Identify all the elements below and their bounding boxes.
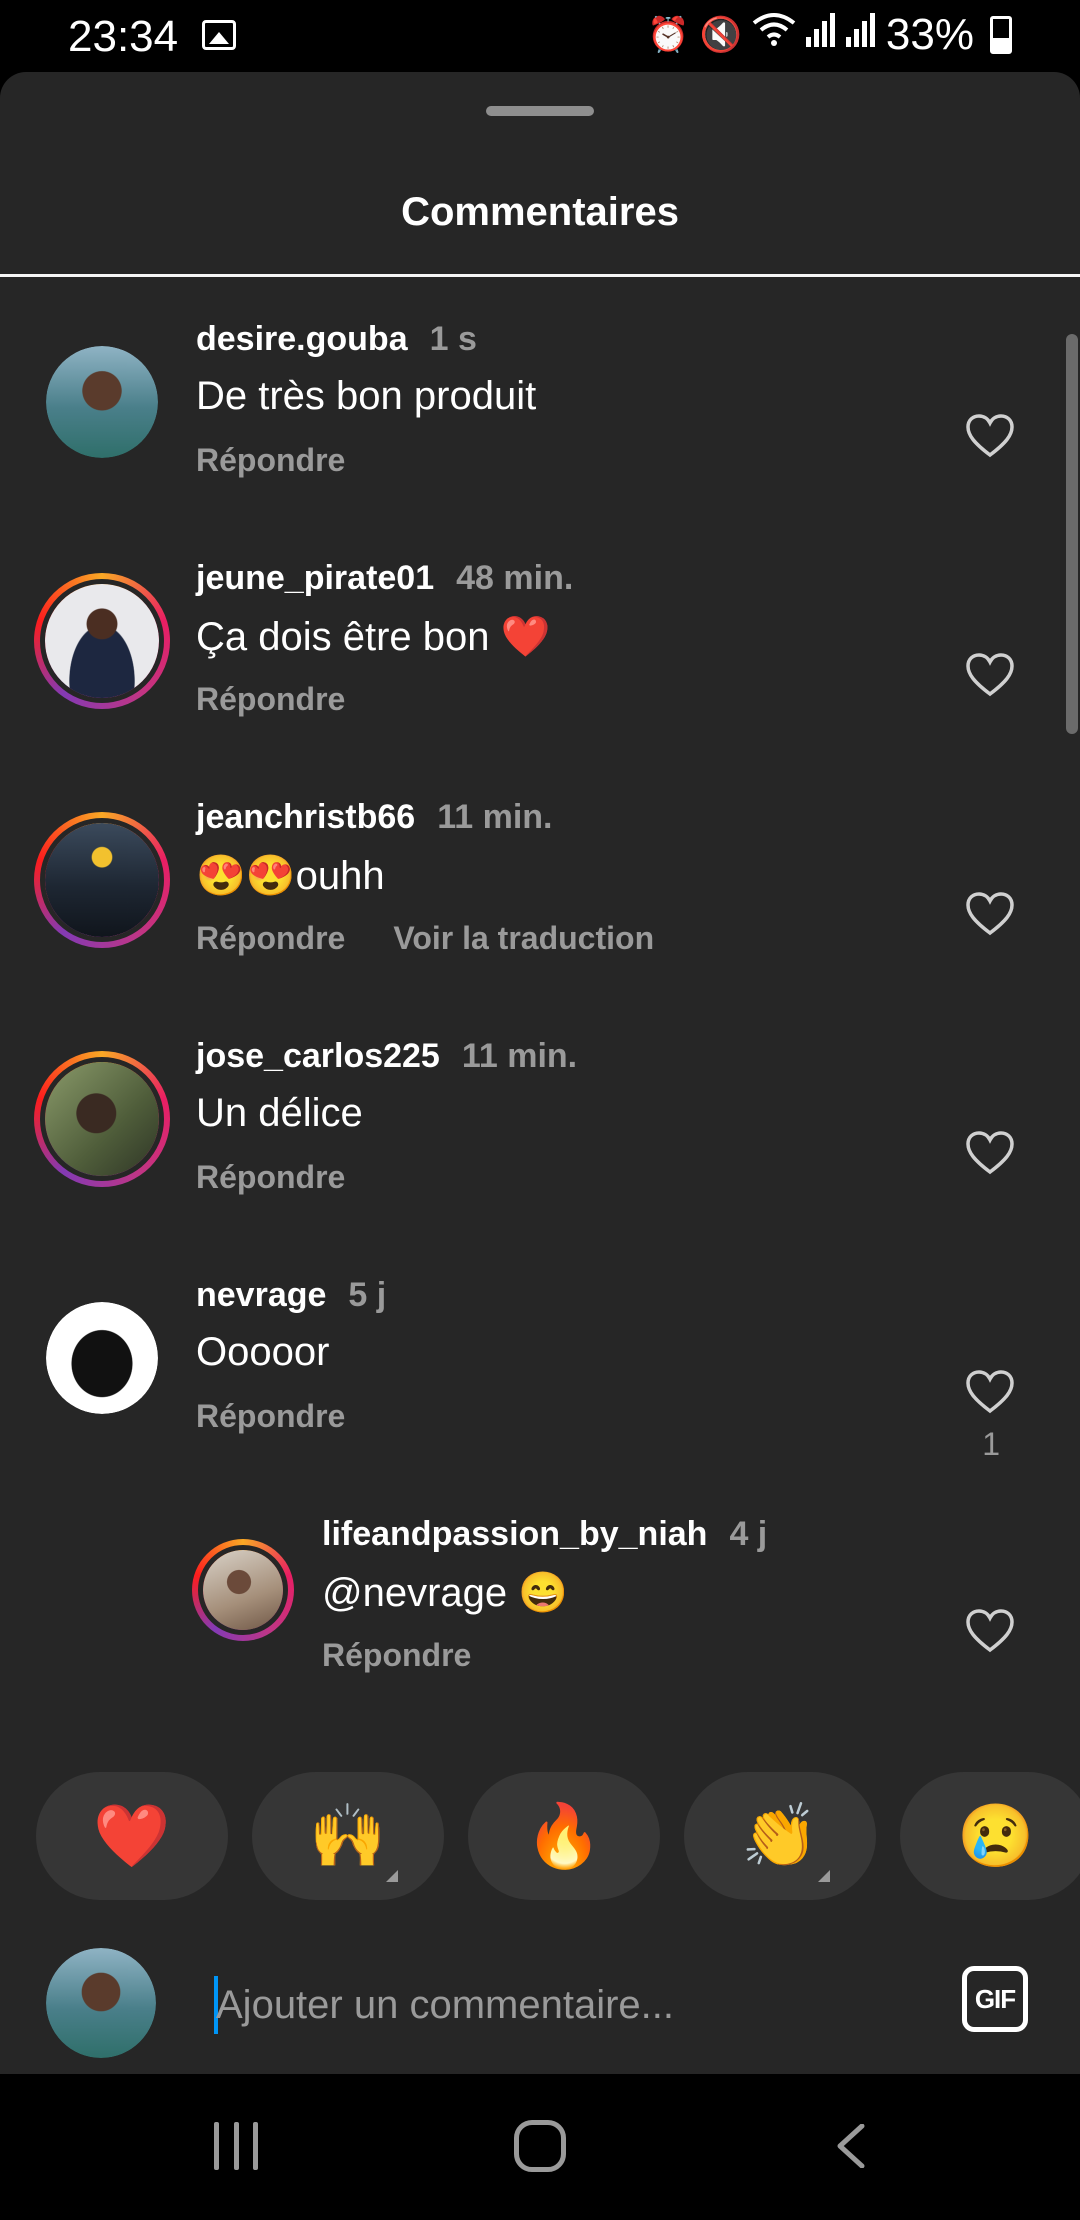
comment-item: jeune_pirate01 48 min. Ça dois être bon ❤… [0, 559, 1080, 779]
comment-username[interactable]: nevrage 5 j [196, 1276, 386, 1315]
comment-time: 5 j [348, 1276, 387, 1314]
comment-time: 11 min. [461, 1037, 578, 1075]
title-divider [0, 274, 1080, 277]
comment-text: Ooooor [196, 1330, 330, 1374]
signal-icon [805, 11, 836, 59]
signal-icon [845, 11, 876, 59]
comment-actions: Répondre [322, 1637, 471, 1674]
comment-item: jeanchristb66 11 min. 😍😍ouhh Répondre Voir… [0, 798, 1080, 1018]
comment-item: nevrage 5 j Ooooor Répondre 1 [0, 1276, 1080, 1496]
comment-username[interactable]: jeanchristb66 11 min. [196, 798, 553, 837]
comment-text: @nevrage 😄 [322, 1571, 569, 1615]
comment-text: Un délice [196, 1091, 363, 1135]
skin-tone-indicator [386, 1870, 398, 1882]
avatar[interactable] [192, 1539, 294, 1641]
battery-percent: 33% [885, 10, 974, 59]
raised-hands-emoji-icon: 🙌 [309, 1801, 387, 1871]
avatar[interactable] [34, 573, 170, 709]
comment-actions: Répondre [196, 1159, 345, 1196]
comment-time: 1 s [429, 320, 477, 358]
heart-icon[interactable] [966, 653, 1014, 697]
status-icons: ⏰ 🔇 33% [647, 10, 1012, 60]
navigation-bar [0, 2074, 1080, 2220]
avatar[interactable] [34, 812, 170, 948]
comment-actions: Répondre [196, 1398, 345, 1435]
fire-emoji-icon: 🔥 [525, 1801, 603, 1871]
reaction-raised-hands-button[interactable]: 🙌 [252, 1772, 444, 1900]
status-time: 23:34 [68, 12, 179, 61]
battery-icon [990, 16, 1012, 54]
comment-actions: Répondre [196, 681, 345, 718]
comment-actions: Répondre Voir la traduction [196, 920, 654, 957]
comment-username[interactable]: desire.gouba 1 s [196, 320, 477, 359]
comment-text: 😍😍ouhh [196, 854, 385, 898]
sheet-drag-handle[interactable] [486, 106, 594, 116]
sheet-title: Commentaires [401, 190, 679, 234]
image-icon [202, 20, 236, 50]
avatar[interactable] [34, 1051, 170, 1187]
recent-apps-icon[interactable] [214, 2122, 258, 2170]
reply-button[interactable]: Répondre [322, 1637, 471, 1673]
status-bar: 23:34 ⏰ 🔇 33% [0, 0, 1080, 72]
reply-button[interactable]: Répondre [196, 442, 345, 478]
comment-composer: GIF [0, 1940, 1080, 2074]
comment-username[interactable]: jose_carlos225 11 min. [196, 1037, 577, 1076]
reply-button[interactable]: Répondre [196, 1159, 345, 1195]
avatar[interactable] [46, 1302, 158, 1414]
reply-button[interactable]: Répondre [196, 681, 345, 717]
user-avatar [46, 1948, 156, 2058]
comment-actions: Répondre [196, 442, 345, 479]
heart-icon[interactable] [966, 1370, 1014, 1414]
comment-input[interactable] [216, 1976, 916, 2034]
comment-time: 48 min. [456, 559, 574, 597]
comment-text: De très bon produit [196, 374, 537, 418]
back-icon[interactable] [834, 2124, 866, 2168]
comment-item: desire.gouba 1 s De très bon produit Répo… [0, 320, 1080, 540]
reaction-fire-button[interactable]: 🔥 [468, 1772, 660, 1900]
heart-emoji-icon: ❤️ [93, 1801, 171, 1871]
reply-button[interactable]: Répondre [196, 1398, 345, 1434]
crying-emoji-icon: 😢 [957, 1801, 1035, 1871]
home-icon[interactable] [514, 2120, 566, 2172]
skin-tone-indicator [818, 1870, 830, 1882]
heart-icon[interactable] [966, 1609, 1014, 1653]
comment-username[interactable]: jeune_pirate01 48 min. [196, 559, 573, 598]
see-translation-button[interactable]: Voir la traduction [393, 920, 654, 956]
reaction-crying-button[interactable]: 😢 [900, 1772, 1080, 1900]
comment-time: 4 j [729, 1515, 768, 1553]
wifi-icon [752, 11, 796, 59]
clap-emoji-icon: 👏 [741, 1801, 819, 1871]
comment-item: jose_carlos225 11 min. Un délice Répondre [0, 1037, 1080, 1257]
reaction-clap-button[interactable]: 👏 [684, 1772, 876, 1900]
heart-icon[interactable] [966, 1131, 1014, 1175]
quick-reactions: ❤️ 🙌 🔥 👏 😢 [0, 1772, 1080, 1900]
alarm-icon: ⏰ [647, 16, 690, 54]
gif-button[interactable]: GIF [962, 1966, 1028, 2032]
reaction-heart-button[interactable]: ❤️ [36, 1772, 228, 1900]
comment-username[interactable]: lifeandpassion_by_niah 4 j [322, 1515, 767, 1554]
comment-reply-item: lifeandpassion_by_niah 4 j @nevrage 😄 Rép… [0, 1515, 1080, 1735]
heart-icon[interactable] [966, 414, 1014, 458]
reply-button[interactable]: Répondre [196, 920, 345, 956]
like-count: 1 [982, 1426, 1000, 1462]
comment-time: 11 min. [437, 798, 553, 836]
avatar[interactable] [46, 346, 158, 458]
mute-icon: 🔇 [699, 16, 742, 54]
comment-text: Ça dois être bon ❤️ [196, 615, 551, 659]
heart-icon[interactable] [966, 892, 1014, 936]
